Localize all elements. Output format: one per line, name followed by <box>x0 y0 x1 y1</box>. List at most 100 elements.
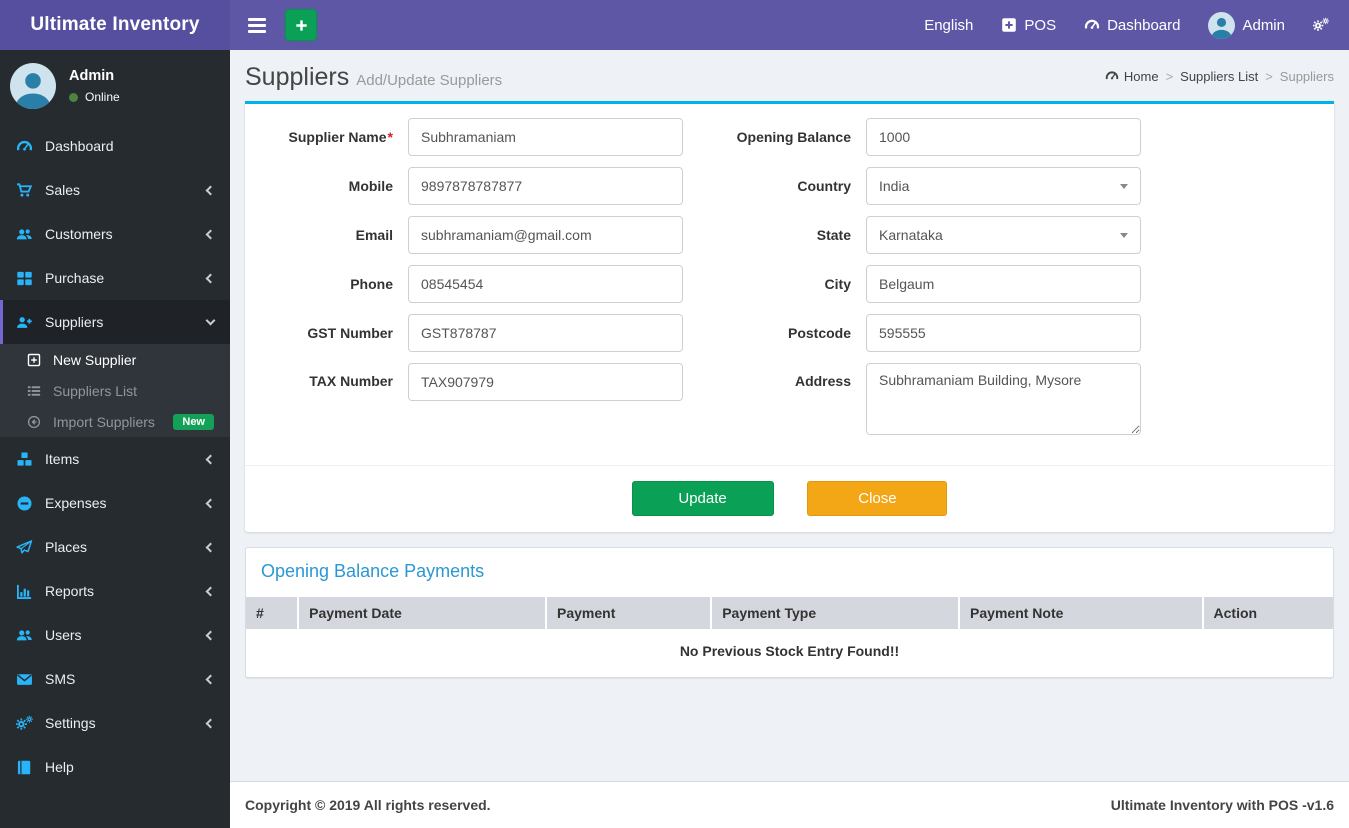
sidebar-user-panel: Admin Online <box>0 50 230 124</box>
page-subtitle: Add/Update Suppliers <box>356 72 503 89</box>
chevron-left-icon <box>205 185 216 195</box>
opening-balance-input[interactable] <box>866 118 1141 156</box>
nav-language[interactable]: English <box>924 17 973 34</box>
gauge-icon <box>1105 69 1119 83</box>
sidebar-item-users[interactable]: Users <box>0 613 230 657</box>
column-header-index: # <box>246 595 300 631</box>
breadcrumb-separator <box>1166 69 1174 84</box>
chevron-left-icon <box>205 498 216 508</box>
app-brand[interactable]: Ultimate Inventory <box>0 0 230 50</box>
email-label: Email <box>355 227 393 243</box>
users-icon <box>16 627 33 644</box>
sidebar-item-items[interactable]: Items <box>0 437 230 481</box>
quick-add-button[interactable] <box>285 9 317 41</box>
breadcrumb-separator <box>1265 69 1273 84</box>
cogs-icon <box>16 715 33 732</box>
sidebar-item-suppliers[interactable]: Suppliers <box>0 300 230 344</box>
payments-table-header-row: # Payment Date Payment Payment Type Paym… <box>246 595 1333 631</box>
sidebar-item-purchase[interactable]: Purchase <box>0 256 230 300</box>
address-textarea[interactable]: Subhramaniam Building, Mysore <box>866 363 1141 435</box>
gauge-icon <box>16 138 33 155</box>
breadcrumb-home[interactable]: Home <box>1124 69 1159 84</box>
state-select[interactable]: Karnataka <box>866 216 1141 254</box>
paper-plane-icon <box>16 539 33 556</box>
form-row: TAX Number Address Subhramaniam Building… <box>245 363 1334 438</box>
address-label: Address <box>794 373 851 389</box>
column-header-payment-note: Payment Note <box>958 595 1204 631</box>
avatar-person-icon <box>10 63 56 109</box>
sidebar-item-expenses[interactable]: Expenses <box>0 481 230 525</box>
empty-message: No Previous Stock Entry Found!! <box>679 643 900 659</box>
payments-table: # Payment Date Payment Payment Type Paym… <box>246 595 1333 671</box>
column-header-payment-type: Payment Type <box>710 595 961 631</box>
phone-input[interactable] <box>408 265 683 303</box>
new-badge: New <box>173 413 214 430</box>
users-icon <box>16 226 33 243</box>
sidebar-item-new-supplier[interactable]: New Supplier <box>0 344 230 375</box>
nav-pos[interactable]: POS <box>1001 17 1056 34</box>
form-row: Mobile Country India <box>245 167 1334 205</box>
breadcrumb-suppliers-list[interactable]: Suppliers List <box>1180 69 1258 84</box>
sidebar: Admin Online Dashboard Sales Customers P… <box>0 50 230 828</box>
chevron-left-icon <box>205 273 216 283</box>
suppliers-submenu: New Supplier Suppliers List Import Suppl… <box>0 344 230 437</box>
mobile-input[interactable] <box>408 167 683 205</box>
country-select[interactable]: India <box>866 167 1141 205</box>
minus-circle-icon <box>16 495 33 512</box>
tax-number-input[interactable] <box>408 363 683 401</box>
close-button[interactable]: Close <box>807 481 948 516</box>
nav-settings[interactable] <box>1313 17 1329 33</box>
sidebar-toggle-icon[interactable] <box>244 12 270 39</box>
email-input[interactable] <box>408 216 683 254</box>
bar-chart-icon <box>16 583 33 600</box>
gst-number-input[interactable] <box>408 314 683 352</box>
column-header-payment: Payment <box>544 595 713 631</box>
city-input[interactable] <box>866 265 1141 303</box>
sidebar-menu-lower: Items Expenses Places Reports Users SMS <box>0 437 230 789</box>
sidebar-item-customers[interactable]: Customers <box>0 212 230 256</box>
cubes-icon <box>16 451 33 468</box>
main-content: Suppliers Add/Update Suppliers Home Suppl… <box>230 50 1349 828</box>
tax-number-label: TAX Number <box>309 373 393 389</box>
city-label: City <box>824 276 851 292</box>
sidebar-item-sales[interactable]: Sales <box>0 168 230 212</box>
envelope-icon <box>16 671 33 688</box>
mobile-label: Mobile <box>348 178 393 194</box>
sidebar-item-dashboard[interactable]: Dashboard <box>0 124 230 168</box>
user-plus-icon <box>16 314 33 331</box>
grid-icon <box>16 270 33 287</box>
chevron-left-icon <box>205 586 216 596</box>
sidebar-item-suppliers-list[interactable]: Suppliers List <box>0 375 230 406</box>
breadcrumb: Home Suppliers List Suppliers <box>1105 69 1334 84</box>
sidebar-item-sms[interactable]: SMS <box>0 657 230 701</box>
page-footer: Copyright © 2019 All rights reserved. Ul… <box>230 781 1349 828</box>
nav-user[interactable]: Admin <box>1208 12 1285 39</box>
gst-number-label: GST Number <box>307 325 393 341</box>
caret-down-icon <box>1120 183 1128 189</box>
opening-balance-payments-panel: Opening Balance Payments # Payment Date … <box>245 547 1334 678</box>
chevron-down-icon <box>205 315 216 326</box>
plus-square-outline-icon <box>27 353 41 367</box>
sidebar-item-import-suppliers[interactable]: Import Suppliers New <box>0 406 230 437</box>
gauge-icon <box>1084 17 1100 33</box>
state-label: State <box>816 227 851 243</box>
supplier-name-input[interactable] <box>408 118 683 156</box>
sidebar-item-reports[interactable]: Reports <box>0 569 230 613</box>
sidebar-item-places[interactable]: Places <box>0 525 230 569</box>
nav-dashboard[interactable]: Dashboard <box>1084 17 1180 34</box>
online-dot-icon <box>69 92 78 102</box>
sidebar-item-help[interactable]: Help <box>0 745 230 789</box>
footer-version: Ultimate Inventory with POS -v1.6 <box>1110 797 1334 813</box>
chevron-left-icon <box>205 229 216 239</box>
navbar-menu: English POS Dashboard Admin <box>924 0 1349 50</box>
chevron-left-icon <box>205 718 216 728</box>
payments-panel-title: Opening Balance Payments <box>261 561 485 581</box>
postcode-input[interactable] <box>866 314 1141 352</box>
footer-copyright: Copyright © 2019 All rights reserved. <box>245 797 491 813</box>
update-button[interactable]: Update <box>631 481 774 516</box>
caret-down-icon <box>1120 232 1128 238</box>
sidebar-item-settings[interactable]: Settings <box>0 701 230 745</box>
required-asterisk: * <box>387 129 393 145</box>
form-footer: Update Close <box>245 465 1334 532</box>
sidebar-menu: Dashboard Sales Customers Purchase Suppl… <box>0 124 230 344</box>
